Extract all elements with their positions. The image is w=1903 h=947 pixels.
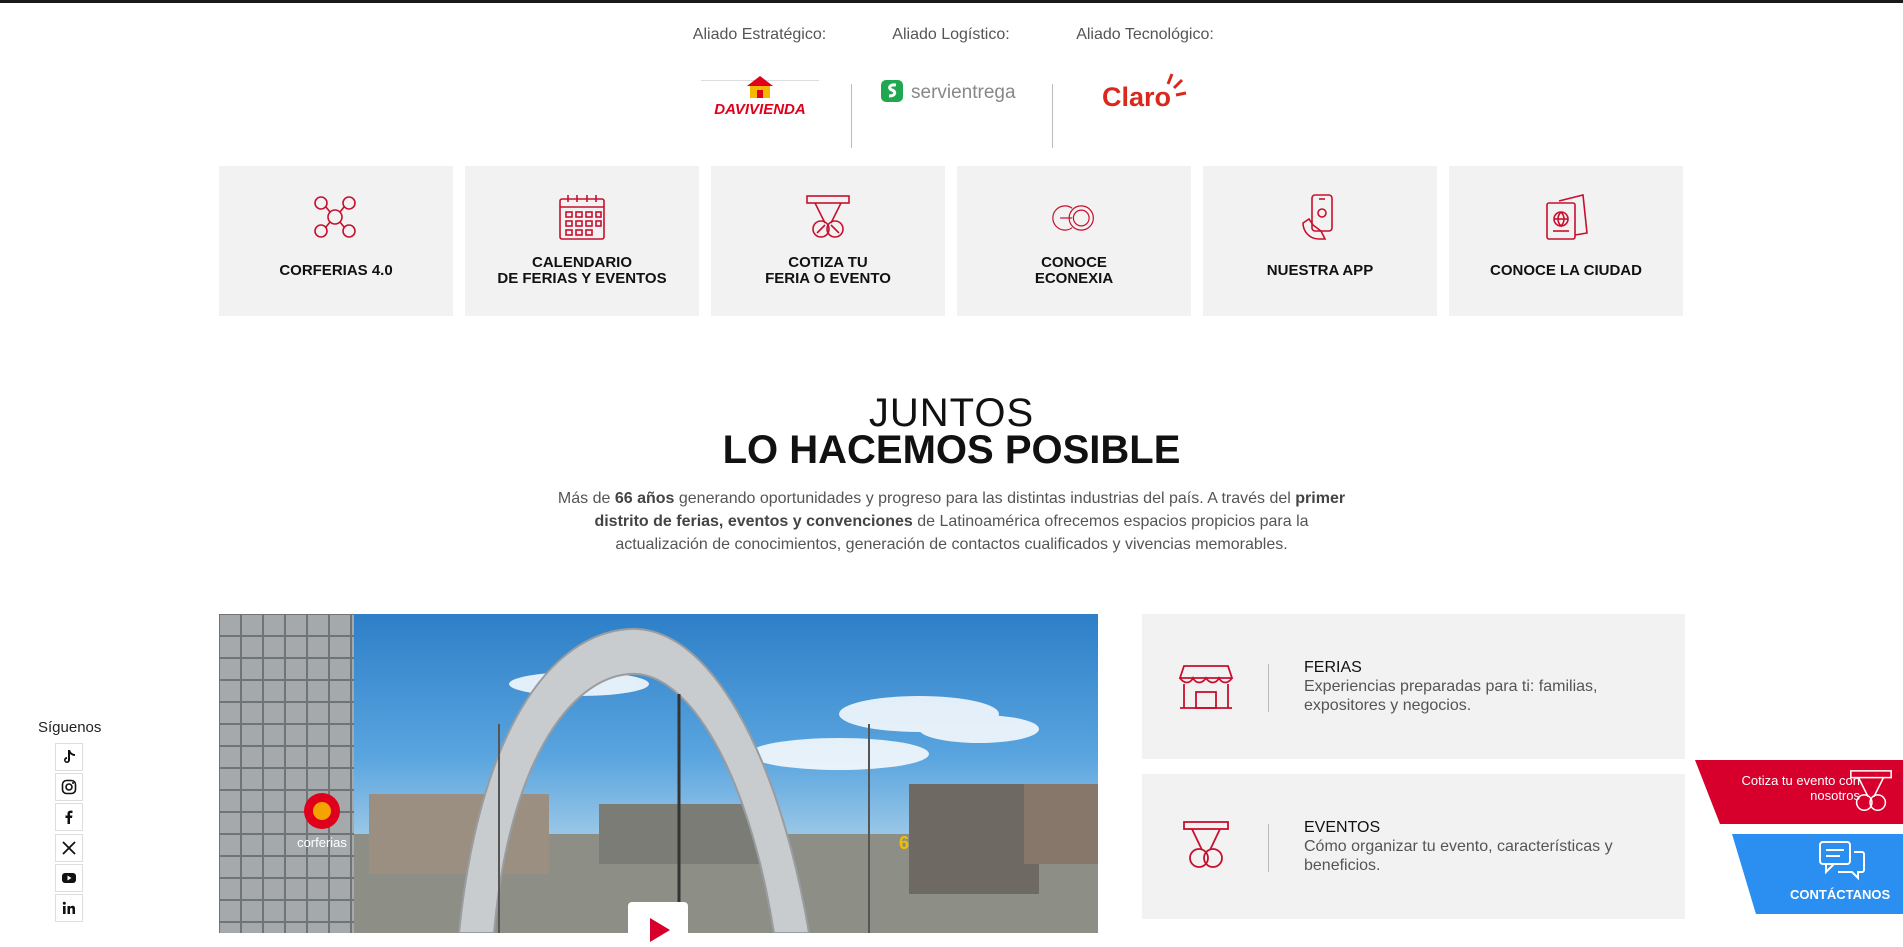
store-icon — [1178, 665, 1234, 709]
ally-tech: Aliado Tecnológico: Claro — [1075, 26, 1215, 112]
svg-text:6: 6 — [899, 833, 909, 853]
instagram-icon — [61, 779, 77, 795]
ally-label: Aliado Tecnológico: — [1076, 26, 1214, 43]
linkedin-icon — [62, 901, 75, 914]
youtube-link[interactable] — [55, 864, 83, 892]
svg-text:corferias: corferias — [297, 835, 347, 850]
headline-bottom: LO HACEMOS POSIBLE — [722, 428, 1181, 472]
chat-icon — [1819, 841, 1865, 881]
x-icon — [62, 841, 76, 855]
card-description: Experiencias preparadas para ti: familia… — [1304, 678, 1598, 714]
quick-links: CORFERIAS 4.0 CALENDARIO DE FERIAS Y EVEN… — [219, 166, 1685, 316]
ally-label: Aliado Logístico: — [892, 26, 1010, 43]
svg-text:Claro: Claro — [1102, 82, 1171, 112]
tile-app[interactable]: NUESTRA APP — [1203, 166, 1437, 316]
tile-city[interactable]: CONOCE LA CIUDAD — [1449, 166, 1683, 316]
social-label: Síguenos — [38, 719, 102, 736]
claro-logo[interactable]: Claro — [1100, 70, 1190, 114]
top-border — [0, 0, 1903, 3]
corferias-photo: corferias 6 — [219, 614, 1098, 933]
davivienda-logo[interactable]: DAVIVIENDA — [700, 70, 819, 116]
ally-divider — [851, 84, 852, 148]
ally-label: Aliado Estratégico: — [692, 26, 827, 43]
card-description: Cómo organizar tu evento, característica… — [1304, 838, 1613, 874]
quote-event-cta[interactable]: Cotiza tu evento con nosotros — [1695, 760, 1903, 824]
tile-quote[interactable]: COTIZA TU FERIA O EVENTO — [711, 166, 945, 316]
instagram-link[interactable] — [55, 773, 83, 801]
tile-title: CALENDARIO DE FERIAS Y EVENTOS — [497, 254, 667, 287]
card-title: FERIAS — [1304, 659, 1362, 676]
tiktok-link[interactable] — [55, 743, 83, 771]
ally-logistic: Aliado Logístico: servientrega — [881, 26, 1017, 103]
card-eventos[interactable]: EVENTOS Cómo organizar tu evento, caract… — [1142, 774, 1685, 919]
tile-title: NUESTRA APP — [1266, 262, 1374, 279]
tile-title: CORFERIAS 4.0 — [279, 262, 393, 279]
play-button[interactable] — [628, 902, 688, 942]
svg-text:servientrega: servientrega — [911, 82, 1016, 103]
contact-cta[interactable]: CONTÁCTANOS — [1732, 834, 1903, 914]
calendar-icon — [556, 192, 608, 244]
card-title: EVENTOS — [1304, 819, 1381, 836]
intro-text: Más de 66 años generando oportunidades y… — [557, 490, 1346, 553]
tile-title: CONOCE LA CIUDAD — [1490, 262, 1642, 279]
allies-strip: Aliado Estratégico: DAVIVIENDA Aliado Lo… — [0, 26, 1903, 148]
svg-text:DAVIVIENDA: DAVIVIENDA — [714, 101, 805, 116]
youtube-icon — [62, 873, 76, 883]
quote-cta-label: Cotiza tu evento con nosotros — [1741, 773, 1860, 803]
headline-top: JUNTOS — [868, 391, 1035, 435]
toast-icon — [1850, 770, 1892, 812]
x-link[interactable] — [55, 834, 83, 862]
servientrega-logo[interactable]: servientrega — [881, 70, 1021, 110]
card-divider — [1268, 824, 1269, 872]
tiktok-icon — [64, 750, 75, 763]
tile-calendar[interactable]: CALENDARIO DE FERIAS Y EVENTOS — [465, 166, 699, 316]
passport-icon — [1540, 192, 1592, 244]
quote-icon — [802, 192, 854, 244]
tile-title: CONOCE ECONEXIA — [1034, 254, 1114, 287]
linkedin-link[interactable] — [55, 894, 83, 922]
facebook-link[interactable] — [55, 803, 83, 831]
network-icon — [310, 192, 362, 244]
toast-icon — [1183, 821, 1229, 868]
facebook-icon — [65, 810, 73, 824]
tile-corferias-40[interactable]: CORFERIAS 4.0 — [219, 166, 453, 316]
tile-title: COTIZA TU FERIA O EVENTO — [765, 254, 891, 287]
contact-cta-label: CONTÁCTANOS — [1790, 887, 1891, 902]
econexia-icon — [1048, 192, 1100, 244]
card-ferias[interactable]: FERIAS Experiencias preparadas para ti: … — [1142, 614, 1685, 759]
phone-icon — [1294, 192, 1346, 244]
card-divider — [1268, 664, 1269, 712]
video-thumbnail[interactable]: corferias 6 — [219, 614, 1098, 933]
play-icon — [650, 918, 670, 942]
tile-econexia[interactable]: CONOCE ECONEXIA — [957, 166, 1191, 316]
ally-strategic: Aliado Estratégico: DAVIVIENDA — [692, 26, 827, 116]
ally-divider — [1052, 84, 1053, 148]
